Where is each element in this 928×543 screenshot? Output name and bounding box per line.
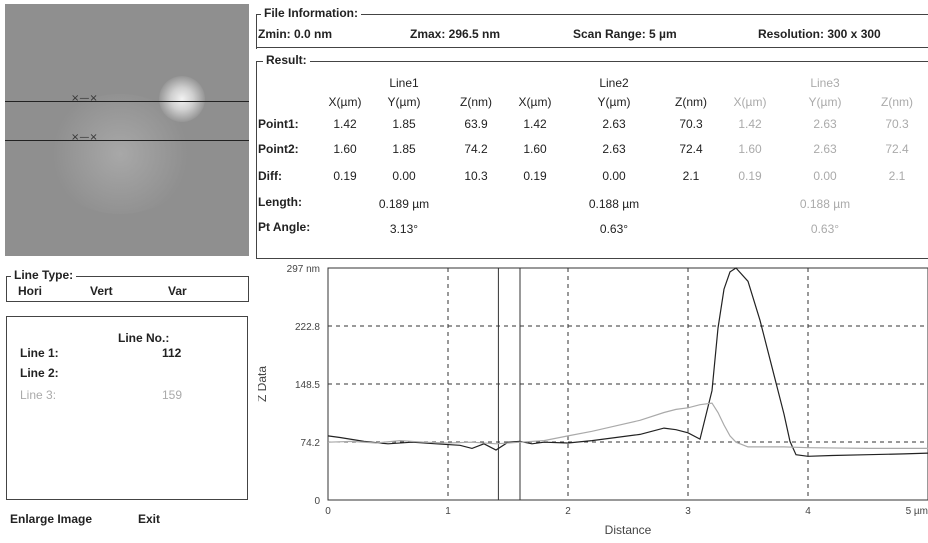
result-column-header: X(µm) bbox=[518, 95, 552, 109]
profile-chart: 0 74.2 148.5 222.8 297 nm 0 1 2 3 4 5 µm Distance Z … bbox=[258, 264, 928, 537]
pt-angle-value: 0.63° bbox=[810, 222, 840, 236]
scan-line-3[interactable] bbox=[5, 140, 249, 141]
line-type-vert[interactable]: Vert bbox=[90, 284, 113, 298]
x-tick-label: 5 µm bbox=[906, 506, 928, 517]
y-axis-label: Z Data bbox=[258, 366, 269, 402]
line-1-label: Line 1: bbox=[20, 346, 59, 360]
scan-line-1[interactable] bbox=[5, 101, 249, 102]
result-cell: 70.3 bbox=[679, 117, 703, 131]
y-tick-label: 297 nm bbox=[287, 264, 320, 275]
line-type-title: Line Type: bbox=[11, 268, 77, 282]
y-tick-label: 0 bbox=[314, 496, 320, 507]
result-cell: 2.63 bbox=[602, 142, 626, 156]
line-3-label: Line 3: bbox=[20, 388, 57, 402]
length-label: Length: bbox=[258, 195, 302, 209]
result-cell: 0.00 bbox=[602, 169, 626, 183]
line-3-markers[interactable]: ×—× bbox=[71, 132, 98, 143]
result-line-header: Line1 bbox=[389, 76, 419, 90]
y-tick-label: 148.5 bbox=[295, 380, 320, 391]
result-cell: 72.4 bbox=[885, 142, 909, 156]
y-tick-label: 222.8 bbox=[295, 322, 320, 333]
result-cell: 1.42 bbox=[523, 117, 547, 131]
result-title: Result: bbox=[263, 53, 310, 67]
result-row-label: Point2: bbox=[258, 142, 299, 156]
result-cell: 1.60 bbox=[523, 142, 547, 156]
file-info-title: File Information: bbox=[261, 6, 361, 20]
scan-shading bbox=[45, 94, 195, 214]
result-cell: 2.1 bbox=[682, 169, 700, 183]
x-axis-label: Distance bbox=[605, 523, 652, 537]
result-column-header: Y(µm) bbox=[597, 95, 631, 109]
result-cell: 72.4 bbox=[679, 142, 703, 156]
x-tick-label: 3 bbox=[685, 506, 691, 517]
result-cell: 1.85 bbox=[392, 142, 416, 156]
result-column-header: X(µm) bbox=[328, 95, 362, 109]
x-tick-label: 2 bbox=[565, 506, 571, 517]
result-column-header: Z(nm) bbox=[675, 95, 707, 109]
result-column-header: Y(µm) bbox=[808, 95, 842, 109]
result-column-header: Y(µm) bbox=[387, 95, 421, 109]
length-value: 0.188 µm bbox=[799, 197, 851, 211]
result-row-label: Diff: bbox=[258, 169, 282, 183]
result-cell: 1.42 bbox=[738, 117, 762, 131]
result-cell: 0.19 bbox=[523, 169, 547, 183]
x-tick-label: 1 bbox=[445, 506, 451, 517]
result-column-header: X(µm) bbox=[733, 95, 767, 109]
length-value: 0.188 µm bbox=[588, 197, 640, 211]
result-cell: 0.00 bbox=[392, 169, 416, 183]
line-3-value[interactable]: 159 bbox=[162, 388, 182, 402]
line-type-group: Line Type: bbox=[6, 268, 249, 302]
line-type-hori[interactable]: Hori bbox=[18, 284, 42, 298]
zmax-readout: Zmax: 296.5 nm bbox=[410, 27, 501, 41]
scan-image[interactable]: ×—× ×—× bbox=[5, 4, 249, 256]
result-cell: 63.9 bbox=[464, 117, 488, 131]
result-cell: 1.60 bbox=[333, 142, 357, 156]
enlarge-image-button[interactable]: Enlarge Image bbox=[10, 512, 92, 526]
length-value: 0.189 µm bbox=[378, 197, 430, 211]
result-column-header: Z(nm) bbox=[460, 95, 492, 109]
result-cell: 2.1 bbox=[888, 169, 906, 183]
pt-angle-value: 0.63° bbox=[599, 222, 629, 236]
result-cell: 1.85 bbox=[392, 117, 416, 131]
resolution-readout: Resolution: 300 x 300 bbox=[758, 27, 881, 41]
result-cell: 74.2 bbox=[464, 142, 488, 156]
y-tick-label: 74.2 bbox=[301, 438, 321, 449]
result-cell: 10.3 bbox=[464, 169, 488, 183]
result-row-label: Point1: bbox=[258, 117, 299, 131]
result-line-header: Line3 bbox=[810, 76, 840, 90]
line-no-header: Line No.: bbox=[118, 331, 170, 345]
line-1-value[interactable]: 112 bbox=[162, 346, 181, 360]
result-cell: 0.19 bbox=[738, 169, 762, 183]
scan-range-readout: Scan Range: 5 µm bbox=[573, 27, 677, 41]
line-2-label: Line 2: bbox=[20, 366, 59, 380]
line-1-markers[interactable]: ×—× bbox=[71, 93, 98, 104]
x-tick-label: 0 bbox=[325, 506, 331, 517]
result-cell: 70.3 bbox=[885, 117, 909, 131]
pt-angle-label: Pt Angle: bbox=[258, 220, 311, 234]
result-cell: 1.60 bbox=[738, 142, 762, 156]
result-line-header: Line2 bbox=[599, 76, 629, 90]
result-cell: 1.42 bbox=[333, 117, 357, 131]
file-info-divider bbox=[256, 47, 928, 48]
zmin-readout: Zmin: 0.0 nm bbox=[258, 27, 333, 41]
result-cell: 0.00 bbox=[813, 169, 837, 183]
line-type-var[interactable]: Var bbox=[168, 284, 187, 298]
result-cell: 2.63 bbox=[602, 117, 626, 131]
result-cell: 2.63 bbox=[813, 117, 837, 131]
result-column-header: Z(nm) bbox=[881, 95, 913, 109]
pt-angle-value: 3.13° bbox=[389, 222, 419, 236]
x-tick-label: 4 bbox=[805, 506, 811, 517]
result-cell: 0.19 bbox=[333, 169, 357, 183]
result-cell: 2.63 bbox=[813, 142, 837, 156]
profile-series-line bbox=[327, 267, 928, 457]
exit-button[interactable]: Exit bbox=[138, 512, 160, 526]
